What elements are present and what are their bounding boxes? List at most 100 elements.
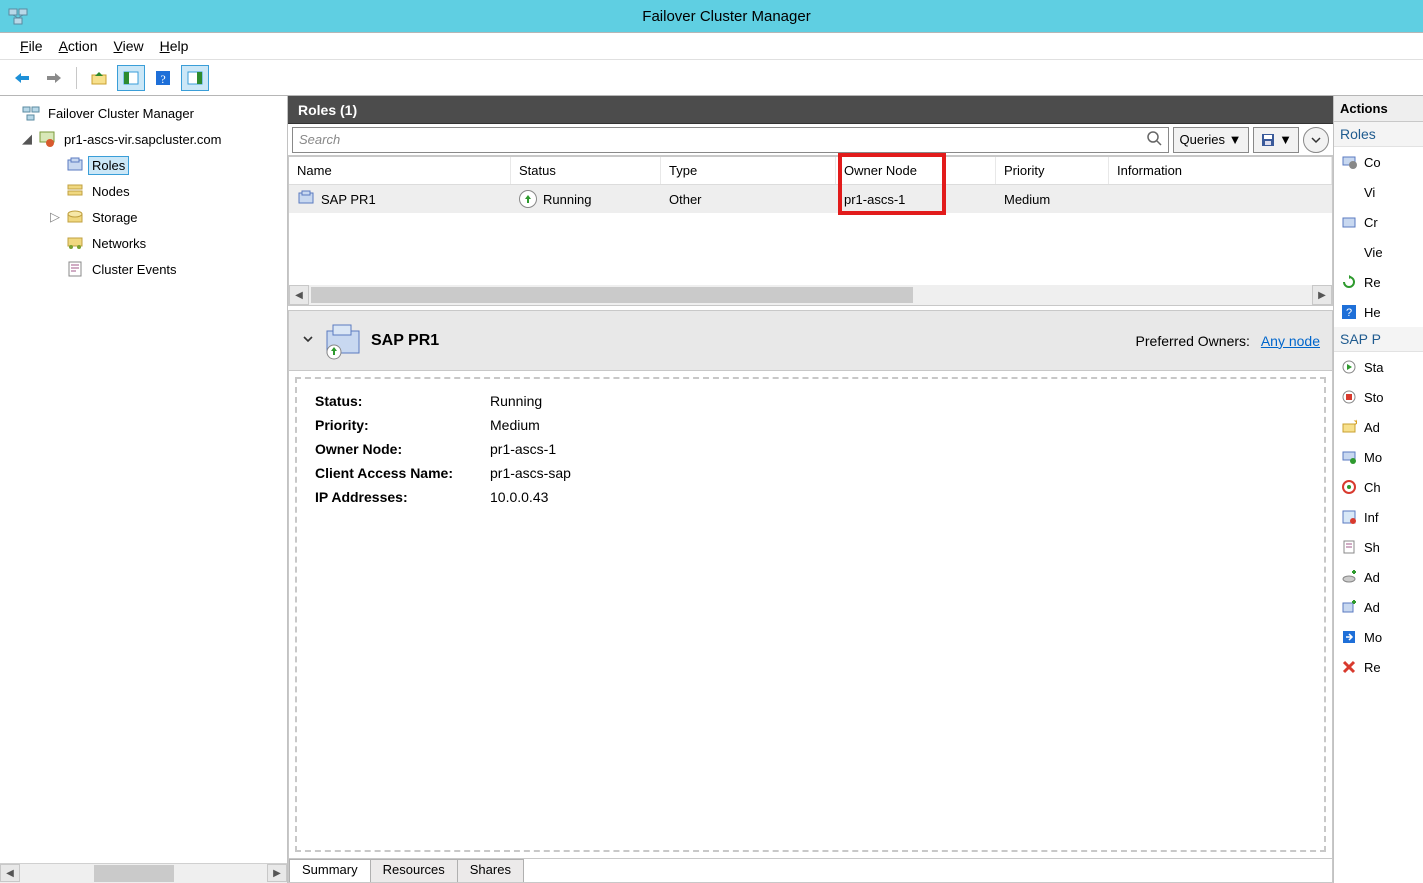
networks-icon [66,234,84,252]
tree-h-scrollbar[interactable]: ◀ ▶ [0,863,287,883]
actions-title: Actions [1334,96,1423,122]
search-icon [1146,130,1162,149]
cell-info [1109,185,1332,213]
col-type[interactable]: Type [661,157,836,184]
tab-summary[interactable]: Summary [289,859,371,882]
tool-action-pane-button[interactable] [181,65,209,91]
svg-text:?: ? [160,72,165,86]
nav-tree: Failover Cluster Manager ◢ pr1-ascs-vir.… [0,96,287,863]
scroll-right-button[interactable]: ▶ [1312,285,1332,305]
save-query-button[interactable]: ▼ [1253,127,1299,153]
tree-cluster[interactable]: ◢ pr1-ascs-vir.sapcluster.com [4,126,283,152]
tab-resources[interactable]: Resources [370,859,458,882]
events-icon [1340,538,1358,556]
action-stop[interactable]: Sto [1334,382,1423,412]
tree-root[interactable]: Failover Cluster Manager [4,100,283,126]
tree-nodes[interactable]: Nodes [4,178,283,204]
scroll-right-button[interactable]: ▶ [267,864,287,882]
action-add-storage[interactable]: Ad [1334,562,1423,592]
action-create[interactable]: Cr [1334,207,1423,237]
scroll-thumb[interactable] [311,287,913,303]
events-icon [66,260,84,278]
roles-heading: Roles (1) [288,96,1333,124]
roles-table: Name Status Type Owner Node Priority Inf… [288,156,1333,306]
cell-owner-node: pr1-ascs-1 [836,185,996,213]
table-body: SAP PR1 Running Other pr1-ascs-1 Medium [289,185,1332,285]
nav-back-button[interactable] [8,65,36,91]
tree-label: Storage [88,208,142,227]
tree-label: Roles [88,156,129,175]
menu-view[interactable]: View [114,38,144,54]
action-add[interactable]: ★Ad [1334,412,1423,442]
change-icon [1340,478,1358,496]
menu-action[interactable]: Action [59,38,98,54]
scroll-thumb[interactable] [94,865,174,882]
tree-label: Networks [88,234,150,253]
info-icon [1340,508,1358,526]
running-icon [519,190,537,208]
details-tabs: Summary Resources Shares [289,858,1332,882]
tree-storage[interactable]: ▷ Storage [4,204,283,230]
plus-icon [1340,568,1358,586]
scroll-track[interactable] [309,285,1312,305]
svg-text:?: ? [1346,307,1352,319]
action-remove[interactable]: Re [1334,652,1423,682]
tree-label: pr1-ascs-vir.sapcluster.com [60,130,226,149]
action-move[interactable]: Mo [1334,442,1423,472]
col-owner-node[interactable]: Owner Node [836,157,996,184]
move-icon [1340,448,1358,466]
action-change[interactable]: Ch [1334,472,1423,502]
scroll-track[interactable] [20,864,267,883]
search-input[interactable]: Search [292,127,1169,153]
scroll-left-button[interactable]: ◀ [289,285,309,305]
action-info[interactable]: Inf [1334,502,1423,532]
action-refresh[interactable]: Re [1334,267,1423,297]
table-row[interactable]: SAP PR1 Running Other pr1-ascs-1 Medium [289,185,1332,213]
tree-networks[interactable]: Networks [4,230,283,256]
action-vm[interactable]: Vi [1334,177,1423,207]
action-add-resource[interactable]: Ad [1334,592,1423,622]
expander-icon[interactable]: ▷ [48,209,62,225]
col-information[interactable]: Information [1109,157,1332,184]
scroll-left-button[interactable]: ◀ [0,864,20,882]
details-header: SAP PR1 Preferred Owners: Any node [289,311,1332,371]
tool-show-hide-button[interactable] [117,65,145,91]
action-start[interactable]: Sta [1334,352,1423,382]
roles-h-scrollbar[interactable]: ◀ ▶ [289,285,1332,305]
col-priority[interactable]: Priority [996,157,1109,184]
col-name[interactable]: Name [289,157,511,184]
tool-up-button[interactable] [85,65,113,91]
details-body: Status:Running Priority:Medium Owner Nod… [295,377,1326,852]
tab-shares[interactable]: Shares [457,859,524,882]
action-configure[interactable]: Co [1334,147,1423,177]
search-row: Search Queries ▼ ▼ [288,124,1333,156]
action-more[interactable]: Mo [1334,622,1423,652]
collapse-toggle[interactable] [301,332,315,349]
start-icon [1340,358,1358,376]
details-title: SAP PR1 [371,332,439,350]
menu-help[interactable]: Help [160,38,189,54]
help-icon: ? [1340,303,1358,321]
tree-label: Cluster Events [88,260,181,279]
toolbar: ? [0,60,1423,96]
action-help[interactable]: ?He [1334,297,1423,327]
queries-button[interactable]: Queries ▼ [1173,127,1249,153]
tool-help-button[interactable]: ? [149,65,177,91]
preferred-owners-link[interactable]: Any node [1261,333,1320,349]
expander-icon[interactable]: ◢ [20,131,34,147]
action-show[interactable]: Sh [1334,532,1423,562]
delete-icon [1340,658,1358,676]
role-icon [297,189,315,210]
gear-icon [1340,153,1358,171]
cell-priority: Medium [996,185,1109,213]
menu-file[interactable]: File [20,38,43,54]
nav-forward-button[interactable] [40,65,68,91]
col-status[interactable]: Status [511,157,661,184]
tree-cluster-events[interactable]: Cluster Events [4,256,283,282]
tree-roles[interactable]: Roles [4,152,283,178]
expand-search-button[interactable] [1303,127,1329,153]
action-view[interactable]: Vie [1334,237,1423,267]
kv-owner-node: Owner Node:pr1-ascs-1 [315,441,1306,457]
role-large-icon [323,321,363,361]
refresh-icon [1340,273,1358,291]
